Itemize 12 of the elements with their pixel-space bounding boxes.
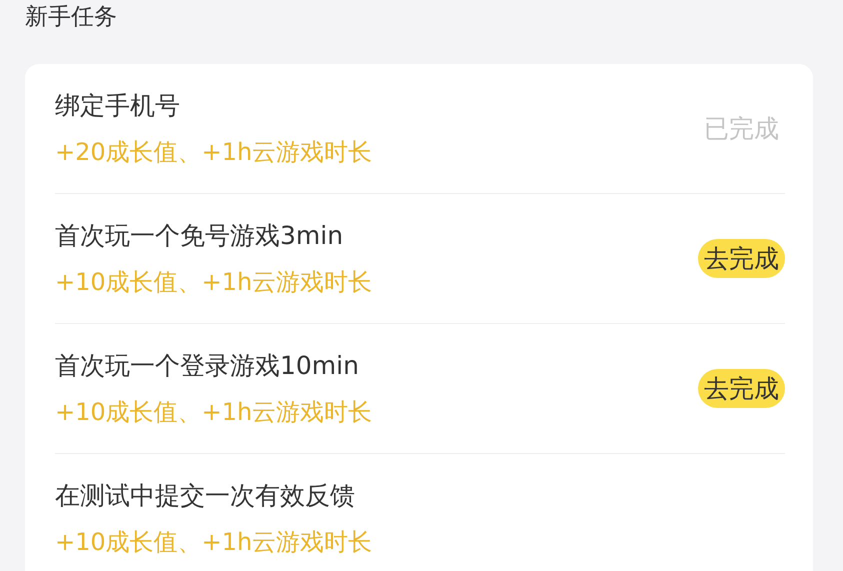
complete-button[interactable]: 去完成 [698,369,785,408]
task-title: 在测试中提交一次有效反馈 [55,480,356,512]
task-reward: +10成长值、+1h云游戏时长 [55,397,372,428]
task-reward: +10成长值、+1h云游戏时长 [55,527,372,558]
task-reward: +10成长值、+1h云游戏时长 [55,267,372,298]
complete-button[interactable]: 去完成 [698,239,785,278]
task-title: 首次玩一个免号游戏3min [55,220,344,252]
completed-status: 已完成 [704,113,779,145]
task-title: 绑定手机号 [55,90,181,122]
task-reward: +20成长值、+1h云游戏时长 [55,137,372,168]
task-title: 首次玩一个登录游戏10min [55,350,360,382]
section-title: 新手任务 [25,3,117,32]
